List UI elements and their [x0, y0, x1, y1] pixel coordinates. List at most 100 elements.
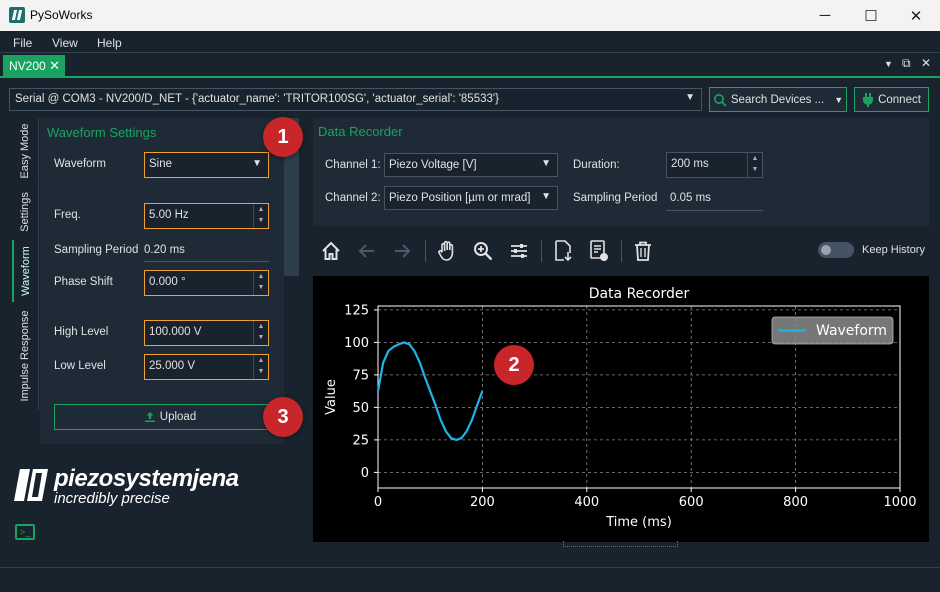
search-devices-button[interactable]: Search Devices ... ▼ — [709, 87, 847, 112]
logo-tagline: incredibly precise — [54, 490, 170, 507]
y-tick-label: 25 — [352, 433, 369, 448]
freq-label: Freq. — [54, 209, 81, 221]
tab-settings[interactable]: Settings — [12, 184, 39, 240]
chevron-down-icon: ▼ — [541, 191, 551, 202]
back-arrow-icon[interactable] — [354, 238, 380, 264]
close-button[interactable]: ✕ — [893, 0, 939, 31]
spin-arrows-icon[interactable]: ▲ ▼ — [253, 321, 268, 345]
tab-easy-mode-label: Easy Mode — [19, 122, 31, 179]
data-recorder-title: Data Recorder — [318, 124, 403, 139]
legend-label: Waveform — [816, 323, 887, 339]
phase-shift-value: 0.000 ° — [149, 276, 186, 288]
tab-easy-mode[interactable]: Easy Mode — [12, 118, 39, 183]
chevron-down-icon: ▼ — [252, 158, 262, 169]
high-level-label: High Level — [54, 326, 109, 338]
waveform-label: Waveform — [54, 158, 106, 170]
channel1-select[interactable]: Piezo Voltage [V] ▼ — [384, 153, 558, 177]
home-icon[interactable] — [318, 238, 344, 264]
tab-menu-icon[interactable]: ▼ — [884, 59, 893, 69]
connect-button[interactable]: Connect — [854, 87, 929, 112]
freq-value: 5.00 Hz — [149, 209, 189, 221]
console-icon[interactable]: >_ — [15, 524, 35, 540]
y-tick-label: 75 — [352, 368, 369, 383]
search-devices-label: Search Devices ... — [730, 93, 825, 106]
y-tick-label: 50 — [352, 401, 369, 416]
x-tick-label: 200 — [470, 495, 495, 510]
menu-view[interactable]: View — [52, 36, 78, 50]
series-line-waveform — [376, 341, 484, 441]
zoom-icon[interactable] — [470, 238, 496, 264]
channel2-label: Channel 2: — [325, 192, 381, 204]
toolbar-divider — [425, 240, 426, 262]
menu-help[interactable]: Help — [97, 36, 122, 50]
tab-waveform[interactable]: Waveform — [12, 240, 39, 302]
sampling-period-label: Sampling Period — [54, 244, 139, 256]
app-logo-icon — [9, 7, 25, 23]
pan-hand-icon[interactable] — [434, 238, 460, 264]
tab-waveform-label: Waveform — [20, 246, 32, 296]
sampling-period-value: 0.20 ms — [144, 244, 269, 262]
phase-shift-label: Phase Shift — [54, 276, 113, 288]
x-tick-label: 0 — [374, 495, 382, 510]
y-axis-label: Value — [324, 379, 339, 415]
callout-badge-1: 1 — [263, 117, 303, 157]
minimize-button[interactable]: ─ — [802, 0, 848, 31]
plot-area[interactable]: 0 200 400 600 800 1000 0 25 50 75 100 125 Data Recor… — [313, 276, 929, 542]
callout-badge-3: 3 — [263, 397, 303, 437]
spin-arrows-icon[interactable]: ▲ ▼ — [253, 271, 268, 295]
forward-arrow-icon[interactable] — [389, 238, 415, 264]
settings-scrollbar[interactable] — [284, 118, 299, 444]
status-bar — [0, 567, 940, 592]
high-level-spinbox[interactable]: 100.000 V ▲ ▼ — [144, 320, 269, 346]
menu-file[interactable]: File — [13, 36, 32, 50]
export-data-icon[interactable] — [586, 238, 612, 264]
spin-arrows-icon[interactable]: ▲ ▼ — [253, 204, 268, 228]
tab-impulse-response-label: Impulse Response — [19, 310, 31, 402]
menu-bar: File View Help — [0, 31, 940, 53]
waveform-select[interactable]: Sine ▼ — [144, 152, 269, 178]
recorder-sampling-value: 0.05 ms — [666, 192, 763, 211]
keep-history-label: Keep History — [862, 244, 925, 256]
keep-history-toggle[interactable] — [818, 242, 854, 258]
duration-spinbox[interactable]: 200 ms ▲ ▼ — [666, 152, 763, 178]
tab-impulse-response[interactable]: Impulse Response — [12, 302, 39, 410]
low-level-value: 25.000 V — [149, 360, 196, 372]
recorder-sampling-label: Sampling Period — [573, 192, 658, 204]
channel2-value: Piezo Position [µm or mrad] — [389, 192, 531, 204]
phase-shift-spinbox[interactable]: 0.000 ° ▲ ▼ — [144, 270, 269, 296]
chevron-down-icon: ▼ — [834, 94, 844, 105]
save-figure-icon[interactable] — [550, 238, 576, 264]
float-icon[interactable]: ⧉ — [902, 56, 911, 71]
toolbar-divider — [621, 240, 622, 262]
channel1-label: Channel 1: — [325, 159, 381, 171]
maximize-button[interactable]: ☐ — [848, 0, 894, 31]
close-pane-icon[interactable]: ✕ — [921, 56, 931, 70]
device-connection-text: Serial @ COM3 - NV200/D_NET - {'actuator… — [15, 93, 499, 105]
x-tick-label: 400 — [574, 495, 599, 510]
company-logo-icon — [14, 469, 48, 501]
chevron-down-icon: ▼ — [685, 92, 695, 103]
spin-arrows-icon[interactable]: ▲ ▼ — [747, 153, 762, 177]
tab-close-icon[interactable]: ✕ — [49, 58, 60, 74]
toolbar-divider — [541, 240, 542, 262]
tab-nv200[interactable]: NV200 ✕ — [3, 55, 65, 77]
x-tick-label: 1000 — [883, 495, 916, 510]
search-icon — [713, 93, 727, 107]
freq-spinbox[interactable]: 5.00 Hz ▲ ▼ — [144, 203, 269, 229]
high-level-value: 100.000 V — [149, 326, 202, 338]
x-tick-label: 600 — [679, 495, 704, 510]
chevron-down-icon: ▼ — [541, 158, 551, 169]
low-level-spinbox[interactable]: 25.000 V ▲ ▼ — [144, 354, 269, 380]
spin-arrows-icon[interactable]: ▲ ▼ — [253, 355, 268, 379]
delete-trash-icon[interactable] — [630, 238, 656, 264]
duration-value: 200 ms — [671, 158, 709, 170]
configure-subplots-icon[interactable] — [506, 238, 532, 264]
upload-label: Upload — [159, 411, 197, 423]
title-bar: PySoWorks ─ ☐ ✕ — [0, 0, 940, 31]
logo-wordmark: piezosystemjena — [54, 465, 239, 492]
device-select[interactable]: Serial @ COM3 - NV200/D_NET - {'actuator… — [9, 88, 702, 111]
upload-button[interactable]: Upload — [54, 404, 286, 430]
splitter-handle[interactable] — [563, 541, 678, 547]
y-tick-label: 100 — [344, 336, 369, 351]
channel2-select[interactable]: Piezo Position [µm or mrad] ▼ — [384, 186, 558, 210]
